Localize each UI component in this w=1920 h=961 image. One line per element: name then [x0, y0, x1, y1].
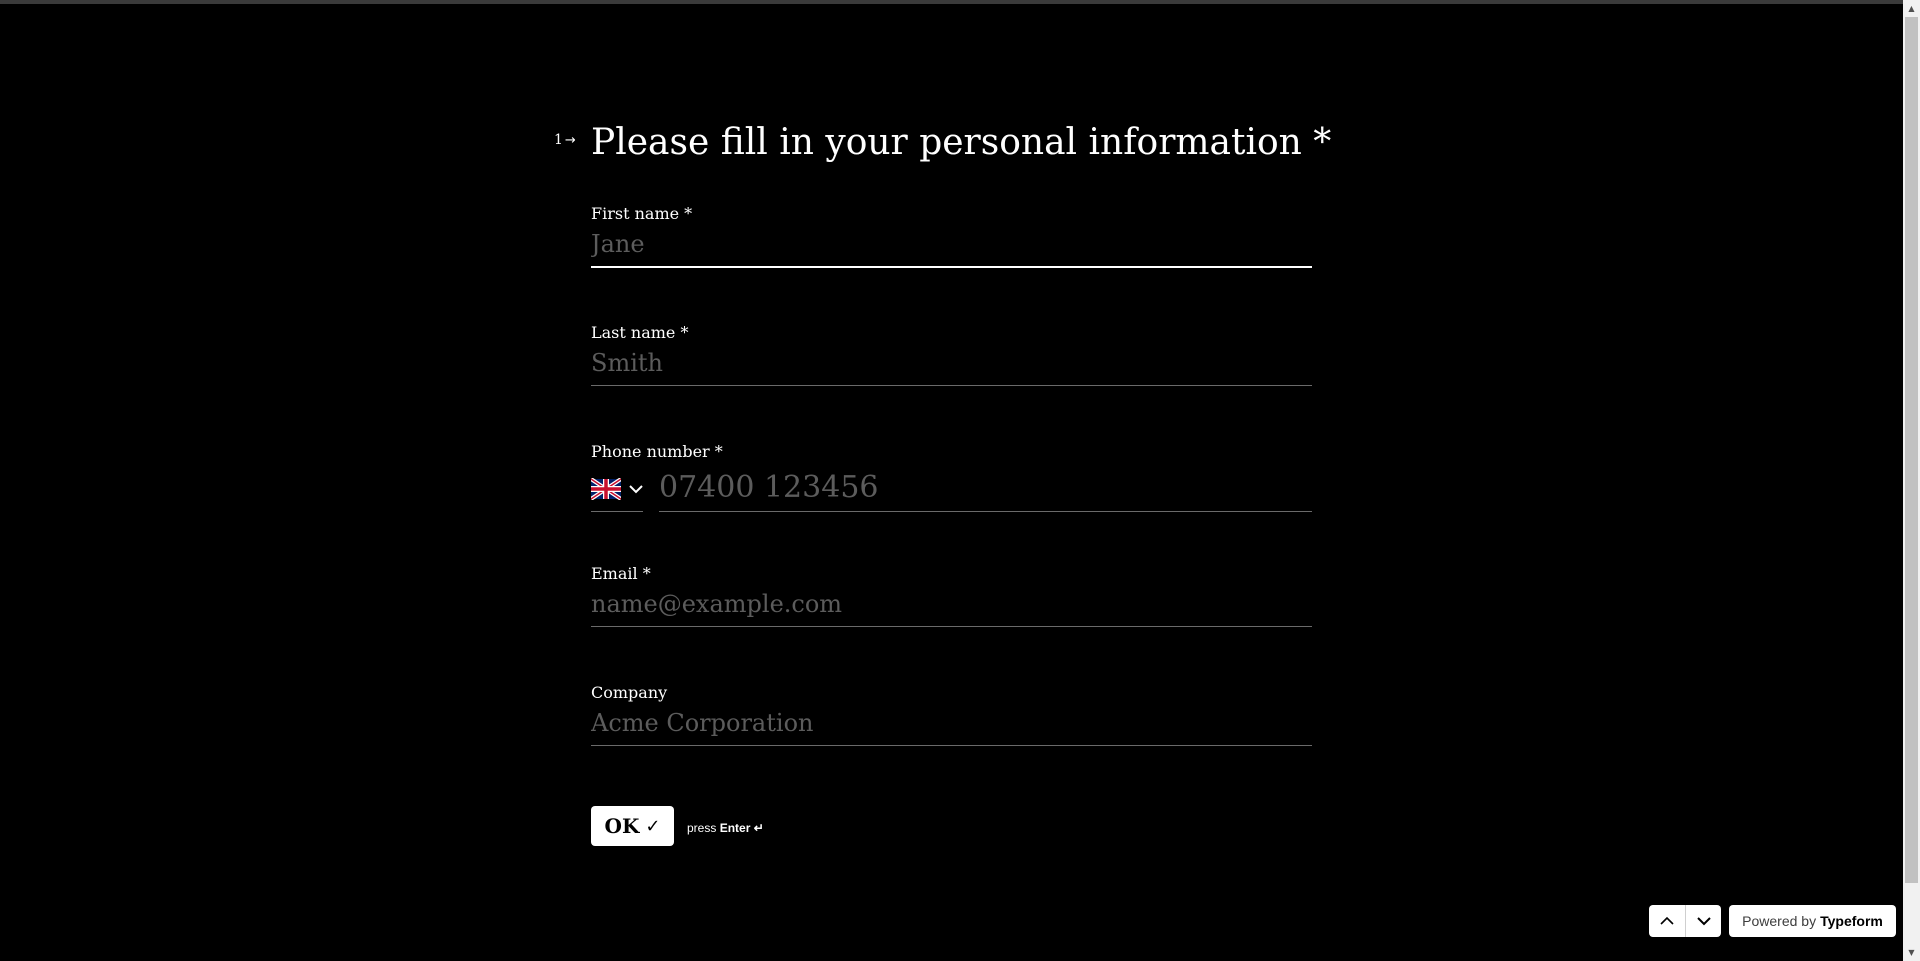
first-name-input[interactable]: [591, 230, 1312, 268]
company-label: Company: [591, 683, 668, 702]
chevron-down-icon: [1696, 917, 1711, 926]
email-label: Email *: [591, 564, 651, 583]
company-field: Company: [591, 683, 1312, 746]
arrow-right-icon: →: [564, 132, 576, 148]
vertical-scrollbar[interactable]: ▲ ▼: [1903, 0, 1920, 961]
email-input[interactable]: [591, 590, 1312, 627]
ok-button[interactable]: OK ✓: [591, 806, 674, 846]
phone-row: [591, 470, 1312, 512]
scroll-up-icon[interactable]: ▲: [1903, 0, 1920, 17]
company-input[interactable]: [591, 709, 1312, 746]
phone-input[interactable]: [659, 470, 1312, 512]
phone-field: Phone number *: [591, 442, 1312, 512]
question-navigation: [1649, 905, 1721, 937]
country-select[interactable]: [591, 472, 643, 512]
scrollbar-thumb[interactable]: [1905, 17, 1918, 883]
uk-flag-icon: [591, 477, 621, 500]
question-number-text: 1: [554, 132, 563, 148]
phone-label: Phone number *: [591, 442, 723, 461]
last-name-field: Last name *: [591, 323, 1312, 386]
personal-info-form: 1 → Please fill in your personal informa…: [554, 118, 1332, 846]
ok-label: OK: [604, 814, 640, 838]
enter-key-hint: Enter ↵: [719, 821, 764, 835]
powered-by-typeform-link[interactable]: Powered by Typeform: [1729, 905, 1896, 937]
submit-row: OK ✓ press Enter ↵: [591, 806, 764, 846]
top-strip: [0, 0, 1920, 4]
powered-by-text: Powered by: [1742, 913, 1817, 929]
typeform-brand: Typeform: [1820, 913, 1883, 929]
question-number: 1 →: [554, 132, 576, 148]
email-field: Email *: [591, 564, 1312, 627]
last-name-input[interactable]: [591, 349, 1312, 386]
next-question-button[interactable]: [1685, 905, 1721, 937]
chevron-up-icon: [1660, 916, 1674, 925]
chevron-down-icon: [629, 484, 643, 493]
check-icon: ✓: [645, 815, 661, 837]
press-hint-prefix: press: [687, 821, 717, 835]
scroll-down-icon[interactable]: ▼: [1903, 944, 1920, 961]
first-name-label: First name *: [591, 204, 693, 223]
first-name-field: First name *: [591, 204, 1312, 268]
previous-question-button[interactable]: [1649, 905, 1685, 937]
question-title: Please fill in your personal information…: [591, 122, 1332, 163]
press-enter-hint: press Enter ↵: [687, 821, 764, 835]
last-name-label: Last name *: [591, 323, 689, 342]
